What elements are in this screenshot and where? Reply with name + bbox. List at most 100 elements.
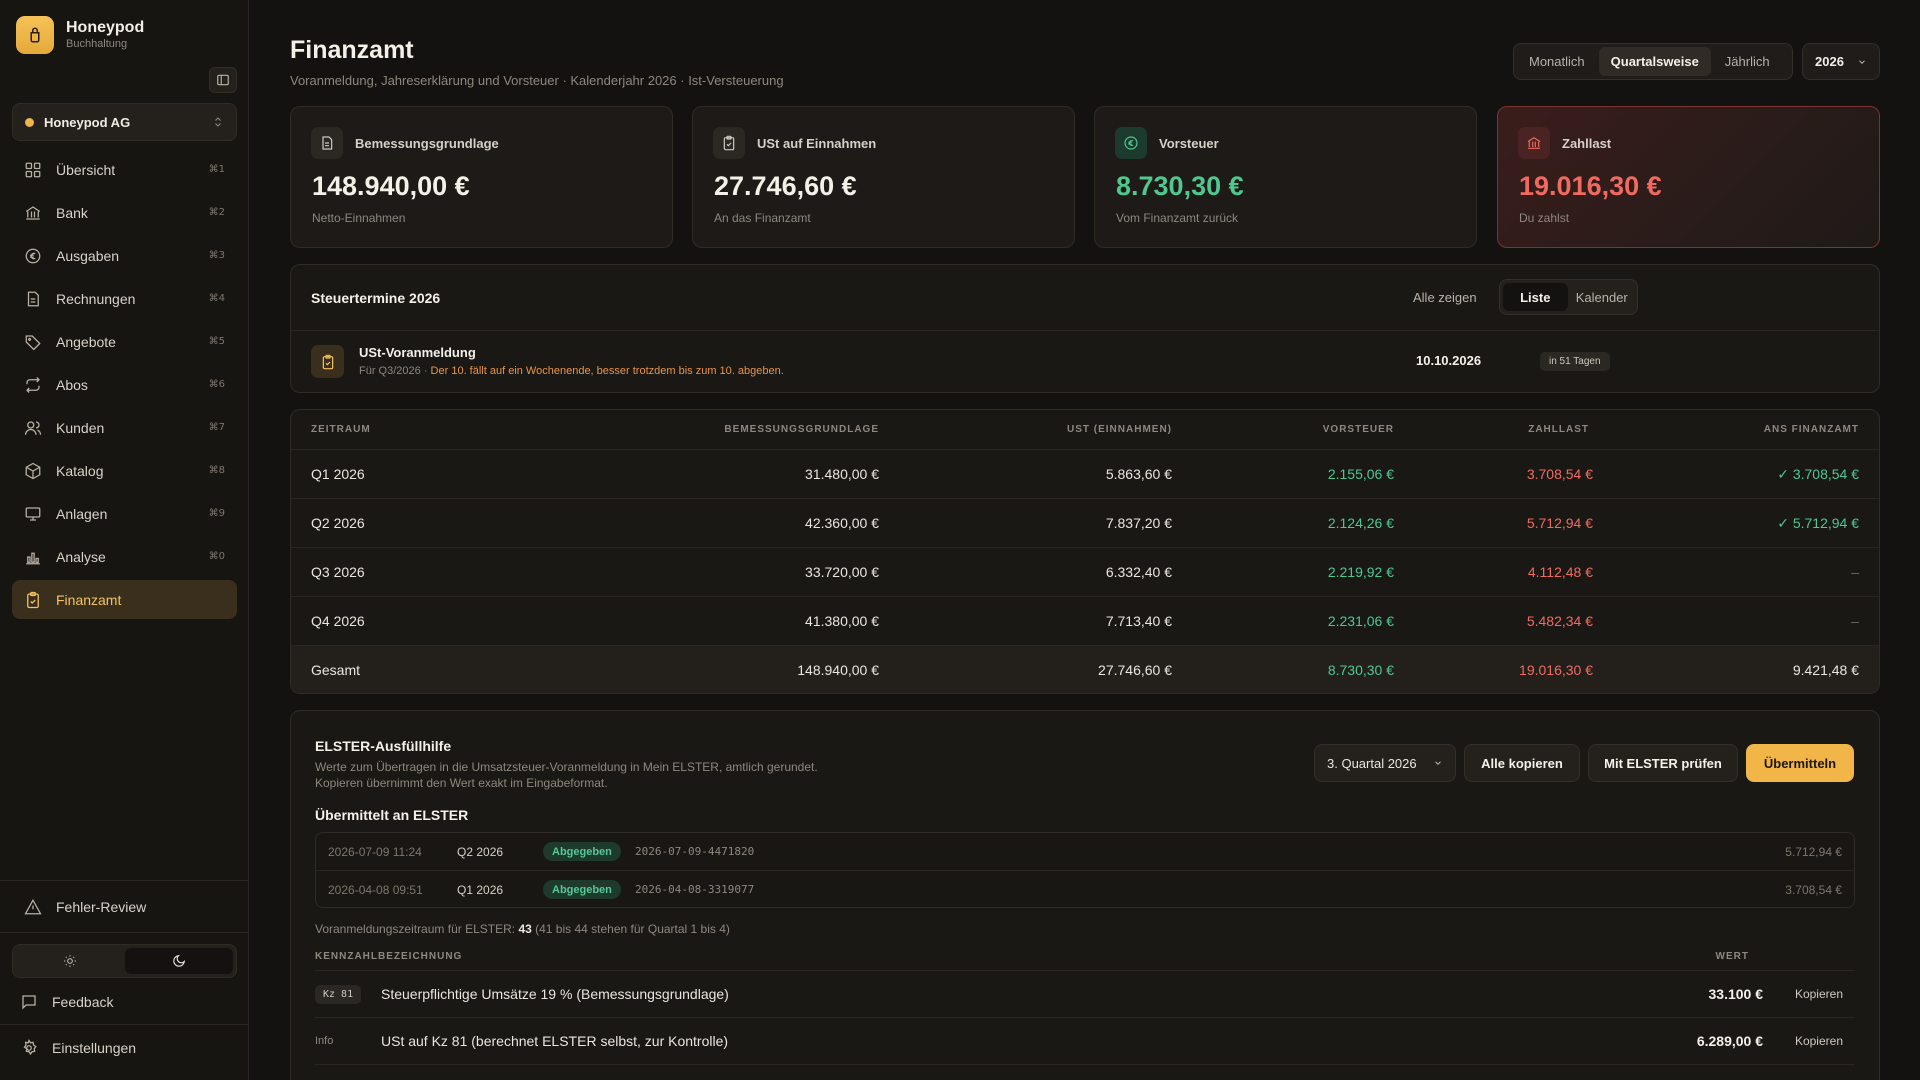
nav-label: Abos — [56, 376, 88, 393]
cell-input-tax: 2.231,06 € — [1327, 613, 1394, 629]
cell-period: Gesamt — [311, 662, 361, 678]
submission-quarter: Q2 2026 — [457, 845, 504, 859]
dark-theme-button[interactable] — [124, 948, 233, 974]
cell-base: 42.360,00 € — [805, 515, 879, 531]
sidebar-item-abos[interactable]: Abos ⌘6 — [12, 365, 237, 404]
copy-button[interactable]: Kopieren — [1795, 1034, 1843, 1048]
bank-icon — [1518, 127, 1550, 159]
year-value: 2026 — [1815, 54, 1844, 69]
sun-icon — [64, 955, 77, 967]
tax-deadlines-panel: Steuertermine 2026 Alle zeigen Liste Kal… — [290, 264, 1880, 393]
kpi-value: 8.730,30 € — [1116, 171, 1244, 201]
table-row[interactable]: Q2 2026 42.360,00 € 7.837,20 € 2.124,26 … — [291, 499, 1879, 548]
cell-vat: 7.713,40 € — [1105, 613, 1172, 629]
users-icon — [24, 420, 42, 435]
kennzahl-value: 33.100 € — [1708, 986, 1764, 1002]
cell-vat: 6.332,40 € — [1105, 564, 1172, 580]
nav-label: Finanzamt — [56, 591, 122, 608]
cell-paid: – — [1851, 564, 1859, 580]
sidebar-item-fehler-review[interactable]: Fehler-Review — [12, 889, 237, 925]
nav-shortcut: ⌘2 — [208, 207, 225, 218]
submission-amount: 5.712,94 € — [1785, 845, 1842, 859]
kpi-value: 27.746,60 € — [714, 171, 857, 201]
bank-icon — [25, 205, 41, 220]
sidebar-divider — [0, 932, 249, 933]
cell-period: Q1 2026 — [311, 466, 365, 482]
nav-shortcut: ⌘8 — [208, 465, 225, 476]
period-option-quarterly[interactable]: Quartalsweise — [1598, 47, 1711, 76]
deadline-row[interactable]: USt-Voranmeldung Für Q3/2026 · Der 10. f… — [291, 330, 1879, 392]
kpi-value: 19.016,30 € — [1519, 171, 1662, 201]
year-select[interactable]: 2026 — [1802, 43, 1880, 80]
kpi-card-ust-einnahmen: USt auf Einnahmen 27.746,60 € An das Fin… — [692, 106, 1075, 248]
cell-payable: 19.016,30 € — [1519, 662, 1593, 678]
column-header: ZEITRAUM — [311, 424, 371, 435]
kpi-caption: Netto-Einnahmen — [312, 211, 406, 225]
sidebar-item-feedback[interactable]: Feedback — [8, 984, 233, 1020]
period-option-yearly[interactable]: Jährlich — [1713, 47, 1782, 76]
cell-period: Q4 2026 — [311, 613, 365, 629]
nav-label: Angebote — [56, 333, 116, 350]
period-prefix: Voranmeldungszeitraum für ELSTER: — [315, 922, 519, 936]
chevron-down-icon — [1435, 761, 1441, 765]
sidebar-item-ausgaben[interactable]: Ausgaben ⌘3 — [12, 236, 237, 275]
submit-button[interactable]: Übermitteln — [1746, 744, 1854, 782]
elster-helper-panel: ELSTER-Ausfüllhilfe Werte zum Übertragen… — [290, 710, 1880, 1080]
message-icon — [22, 995, 36, 1010]
sidebar-item-einstellungen[interactable]: Einstellungen — [8, 1030, 233, 1066]
section-description: Werte zum Übertragen in die Umsatzsteuer… — [315, 759, 935, 791]
sidebar-item-angebote[interactable]: Angebote ⌘5 — [12, 322, 237, 361]
nav-label: Einstellungen — [52, 1040, 137, 1056]
nav-shortcut: ⌘7 — [208, 422, 225, 433]
table-total-row: Gesamt 148.940,00 € 27.746,60 € 8.730,30… — [291, 646, 1879, 693]
elster-period-note: Voranmeldungszeitraum für ELSTER: 43 (41… — [315, 922, 730, 936]
view-option-calendar[interactable]: Kalender — [1570, 283, 1635, 311]
euro-coin-icon — [1115, 127, 1147, 159]
sidebar-item-uebersicht[interactable]: Übersicht ⌘1 — [12, 150, 237, 189]
kennzahl-label: Steuerpflichtige Umsätze 19 % (Bemessung… — [381, 986, 729, 1002]
organization-select[interactable]: Honeypod AG — [12, 103, 237, 141]
copy-all-button[interactable]: Alle kopieren — [1464, 744, 1580, 782]
page-title: Finanzamt — [290, 36, 414, 64]
view-option-list[interactable]: Liste — [1503, 283, 1568, 311]
sidebar-divider — [0, 1024, 249, 1025]
nav-label: Analyse — [56, 548, 106, 565]
theme-toggle[interactable] — [12, 944, 237, 978]
light-theme-button[interactable] — [16, 948, 125, 974]
kpi-caption: Du zahlst — [1519, 211, 1570, 225]
sidebar-item-analyse[interactable]: Analyse ⌘0 — [12, 537, 237, 576]
submission-row[interactable]: 2026-07-09 11:24 Q2 2026 Abgegeben 2026-… — [316, 833, 1854, 870]
table-header: ZEITRAUM BEMESSUNGSGRUNDLAGE UST (EINNAH… — [291, 410, 1879, 450]
nav-shortcut: ⌘6 — [208, 379, 225, 390]
show-all-link[interactable]: Alle zeigen — [1413, 290, 1477, 305]
submission-row[interactable]: 2026-04-08 09:51 Q1 2026 Abgegeben 2026-… — [316, 870, 1854, 907]
sidebar-item-rechnungen[interactable]: Rechnungen ⌘4 — [12, 279, 237, 318]
brand[interactable]: Honeypod Buchhaltung — [16, 16, 144, 54]
tag-icon — [25, 334, 41, 350]
sidebar-collapse-button[interactable] — [209, 67, 237, 93]
table-row[interactable]: Q4 2026 41.380,00 € 7.713,40 € 2.231,06 … — [291, 597, 1879, 646]
period-option-monthly[interactable]: Monatlich — [1517, 47, 1597, 76]
period-suffix: (41 bis 44 stehen für Quartal 1 bis 4) — [531, 922, 730, 936]
chevron-down-icon — [1859, 59, 1865, 64]
view-segmented-control: Liste Kalender — [1499, 279, 1638, 315]
column-header: ANS FINANZAMT — [1763, 424, 1859, 435]
sidebar-item-kunden[interactable]: Kunden ⌘7 — [12, 408, 237, 447]
copy-button[interactable]: Kopieren — [1795, 987, 1843, 1001]
sidebar-divider — [0, 880, 249, 881]
sidebar-item-katalog[interactable]: Katalog ⌘8 — [12, 451, 237, 490]
quarter-select[interactable]: 3. Quartal 2026 — [1314, 744, 1456, 782]
sidebar-item-anlagen[interactable]: Anlagen ⌘9 — [12, 494, 237, 533]
table-row[interactable]: Q3 2026 33.720,00 € 6.332,40 € 2.219,92 … — [291, 548, 1879, 597]
cell-base: 33.720,00 € — [805, 564, 879, 580]
brand-name: Honeypod — [66, 19, 145, 36]
sidebar-item-finanzamt[interactable]: Finanzamt — [12, 580, 237, 619]
description-line: Kopieren übernimmt den Wert exakt im Ein… — [315, 776, 608, 790]
submitted-title: Übermittelt an ELSTER — [315, 807, 469, 823]
cell-paid: ✓ 3.708,54 € — [1777, 466, 1859, 482]
invoice-icon — [27, 291, 39, 306]
nav-label: Ausgaben — [56, 247, 120, 264]
sidebar-item-bank[interactable]: Bank ⌘2 — [12, 193, 237, 232]
check-elster-button[interactable]: Mit ELSTER prüfen — [1588, 744, 1738, 782]
table-row[interactable]: Q1 2026 31.480,00 € 5.863,60 € 2.155,06 … — [291, 450, 1879, 499]
